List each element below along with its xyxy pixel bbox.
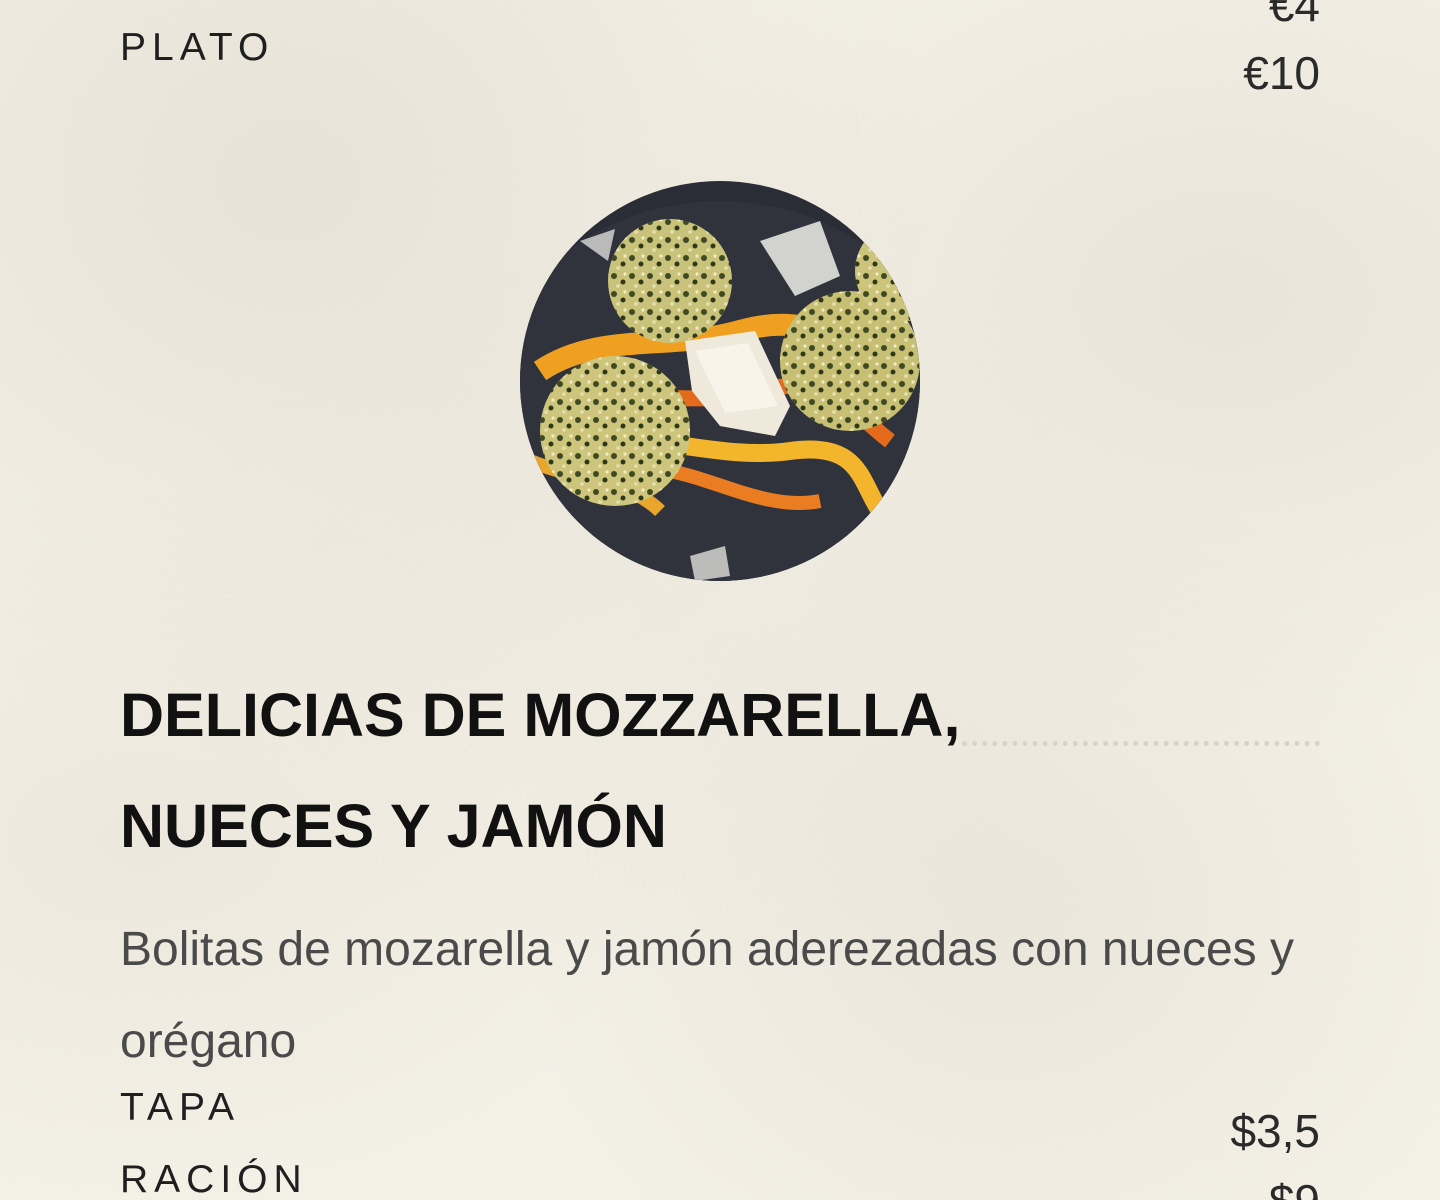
mozzarella-balls-icon [520,181,920,581]
previous-partial-price: €4 [1268,0,1320,31]
plato-price: €10 [1243,47,1320,99]
leader-dots [962,741,1320,746]
racion-label: RACIÓN [120,1158,308,1200]
dish-description: Bolitas de mozarella y jamón aderezadas … [120,923,1294,1068]
plato-label: PLATO [120,26,275,69]
tapa-label: TAPA [120,1086,241,1129]
tapa-price: $3,5 [1230,1105,1320,1157]
racion-price: $9 [1269,1178,1320,1200]
dish-title: DELICIAS DE MOZZARELLA, NUECES Y JAMÓN [120,681,961,860]
dish-photo [520,181,920,581]
